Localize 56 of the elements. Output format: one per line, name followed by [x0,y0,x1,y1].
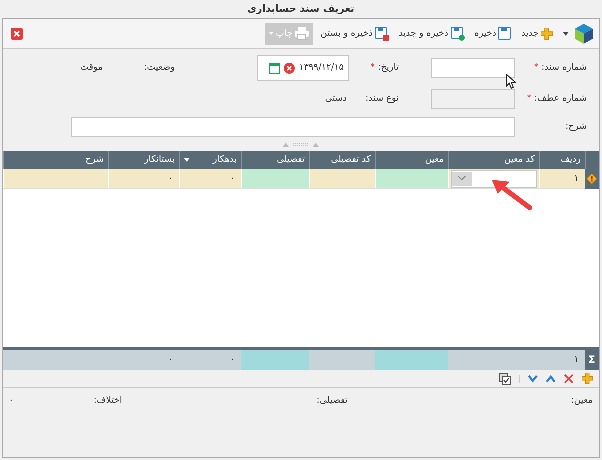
column-header[interactable]: کد تفصیلی [309,151,375,169]
printer-icon [294,27,309,40]
copy-check-icon[interactable] [499,372,511,384]
field-value: موقت [79,63,104,73]
column-header[interactable]: ردیف [539,151,585,169]
field-label: شماره عطف: * [526,94,587,104]
floppy-close-icon [374,26,389,40]
chevron-icon[interactable] [458,176,466,181]
summary-label: اختلاف: [94,396,122,406]
delete-icon[interactable] [564,374,574,384]
field-label: وضعیت: [143,63,175,73]
caret-icon[interactable] [184,158,190,162]
mouse-cursor [506,74,516,89]
column-header[interactable]: شرح [3,151,108,169]
total-cell: ۰ [108,350,179,370]
table-cell: ۰ [179,169,241,189]
field-value: دستی [324,94,348,104]
move-down-icon[interactable] [528,374,538,382]
field-label: نوع سند: [364,94,399,104]
description-field[interactable] [71,117,515,137]
window-title: تعریف سند حسابداری [246,2,356,16]
summary-value: ۰ [9,396,15,406]
field-label: تاریخ: * [370,63,399,73]
toolbar-button[interactable]: ذخیره [472,24,514,43]
field-label: شرح: [564,122,587,132]
input-field[interactable] [431,58,515,78]
toolbar-button[interactable]: جدید [519,24,555,42]
floppy-icon [498,27,512,40]
column-header[interactable]: کد معین [448,151,539,169]
move-up-icon[interactable] [546,374,556,382]
splitter-handle[interactable] [283,142,319,146]
total-cell: ۰ [179,350,241,370]
dropdown-field[interactable] [451,170,537,188]
floppy-plus-icon [450,26,464,40]
toolbar-button[interactable]: ذخیره و جدید [396,24,466,44]
date-field[interactable]: ۱۳۹۹/۱۲/۱۵ [257,55,349,81]
plus-icon [541,28,553,40]
column-header[interactable]: بستانکار [108,151,179,169]
column-header[interactable]: معین [375,151,448,169]
pointer-arrow [490,178,532,210]
field-label: شماره سند: * [533,63,587,73]
edit-row-icon [587,174,597,184]
caret-icon [269,32,274,35]
column-header[interactable]: بدهکار [179,151,241,169]
summary-label: تفصیلی: [316,396,348,406]
clear-icon[interactable] [284,62,296,74]
calendar-icon[interactable] [269,62,280,74]
table-cell: ۰ [108,169,179,189]
column-header[interactable]: تفصیلی [241,151,309,169]
summary-label: معین: [570,396,593,406]
logo-icon [575,24,593,44]
sum-label: Σ [585,350,599,370]
total-cell: ۱ [539,350,585,370]
table-cell: ۱ [539,169,585,189]
toolbar-button[interactable]: ذخیره و بستن [318,24,391,44]
add-icon[interactable] [582,373,593,384]
